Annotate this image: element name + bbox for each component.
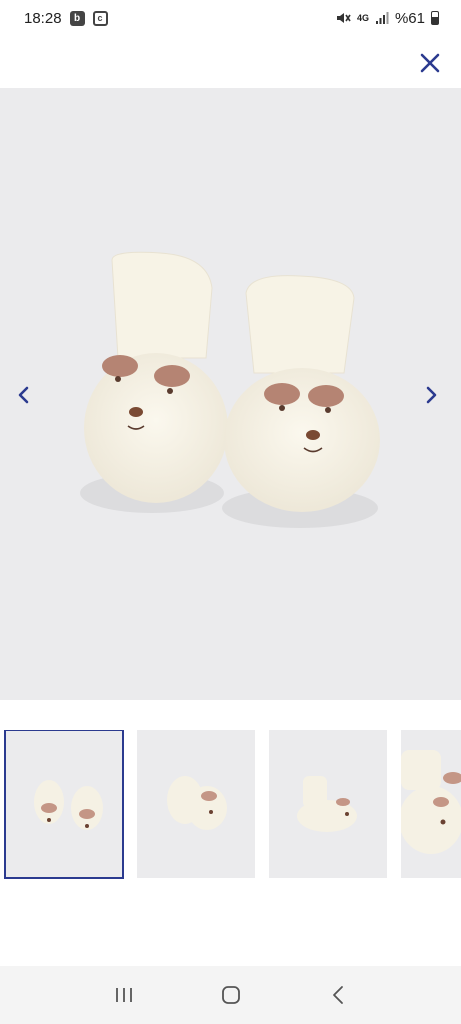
right-bootie bbox=[222, 275, 380, 528]
chevron-right-icon bbox=[426, 386, 437, 404]
thumbnail-4[interactable] bbox=[401, 730, 461, 878]
status-right: 4G %61 bbox=[335, 10, 439, 27]
status-left: 18:28 b c bbox=[24, 10, 108, 27]
thumbnail-3[interactable] bbox=[269, 730, 387, 878]
network-type: 4G bbox=[356, 12, 369, 23]
home-button[interactable] bbox=[211, 975, 251, 1015]
close-button[interactable] bbox=[417, 50, 443, 76]
left-bootie bbox=[80, 251, 228, 513]
back-icon bbox=[332, 986, 343, 1004]
thumbnail-image bbox=[34, 780, 103, 830]
thumbnail-2[interactable] bbox=[137, 730, 255, 878]
c-icon: c bbox=[92, 10, 108, 26]
next-image-button[interactable] bbox=[417, 378, 447, 412]
thumbnail-1[interactable] bbox=[4, 730, 124, 879]
battery-percent: %61 bbox=[394, 9, 425, 27]
product-image-gallery[interactable] bbox=[0, 88, 461, 700]
mute-icon bbox=[336, 13, 351, 23]
status-time: 18:28 bbox=[24, 9, 62, 27]
back-button[interactable] bbox=[318, 975, 358, 1015]
product-image bbox=[80, 251, 380, 528]
thumbnail-image bbox=[297, 776, 357, 832]
close-icon bbox=[420, 53, 440, 73]
system-navigation-bar bbox=[0, 966, 461, 1024]
home-icon bbox=[221, 986, 240, 1004]
status-bar: 18:28 b c 4G %61 bbox=[0, 0, 461, 36]
top-bar bbox=[0, 36, 461, 88]
recents-button[interactable] bbox=[104, 975, 144, 1015]
thumbnail-image bbox=[401, 750, 461, 854]
thumbnail-strip bbox=[0, 730, 461, 880]
previous-image-button[interactable] bbox=[8, 378, 38, 412]
chevron-left-icon bbox=[18, 386, 29, 404]
thumbnail-image bbox=[167, 776, 227, 830]
recents-icon bbox=[115, 988, 132, 1002]
signal-icon bbox=[375, 12, 389, 24]
b-icon: b bbox=[69, 10, 85, 26]
battery-icon bbox=[431, 11, 439, 25]
